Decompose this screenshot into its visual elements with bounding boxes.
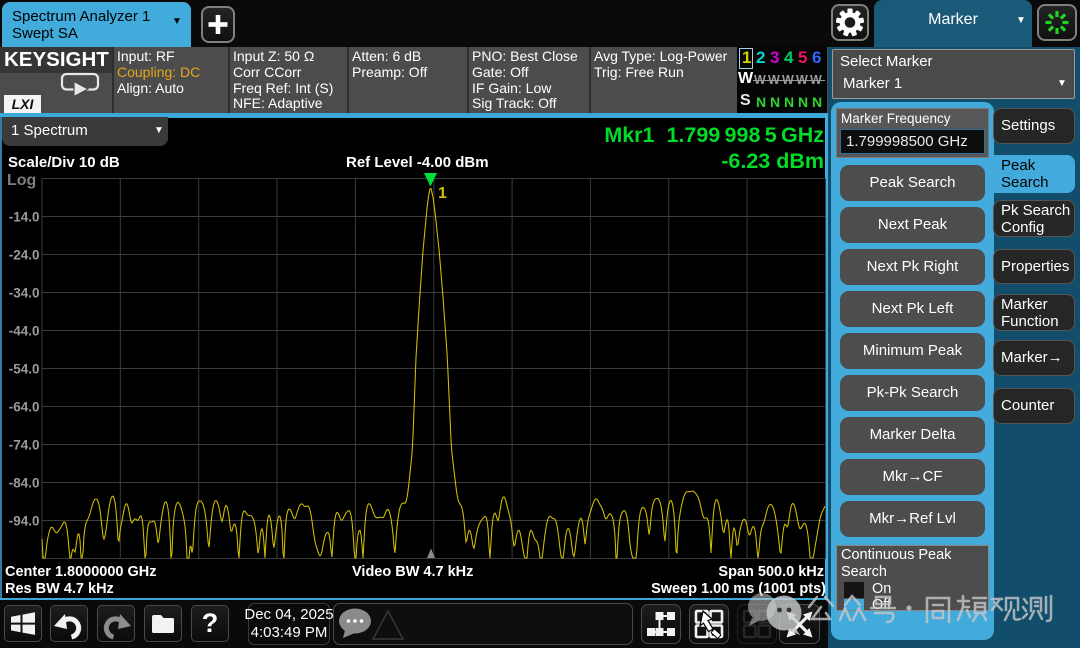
svg-text:-54.0: -54.0	[9, 362, 40, 377]
svg-text:-44.0: -44.0	[9, 324, 40, 339]
svg-text:-64.0: -64.0	[9, 400, 40, 415]
svg-text:-14.0: -14.0	[9, 210, 40, 225]
svg-text:1: 1	[438, 185, 447, 202]
svg-text:-94.0: -94.0	[9, 514, 40, 529]
svg-text:-84.0: -84.0	[9, 476, 40, 491]
svg-text:-74.0: -74.0	[9, 438, 40, 453]
svg-text:-34.0: -34.0	[9, 286, 40, 301]
svg-text:-24.0: -24.0	[9, 248, 40, 263]
